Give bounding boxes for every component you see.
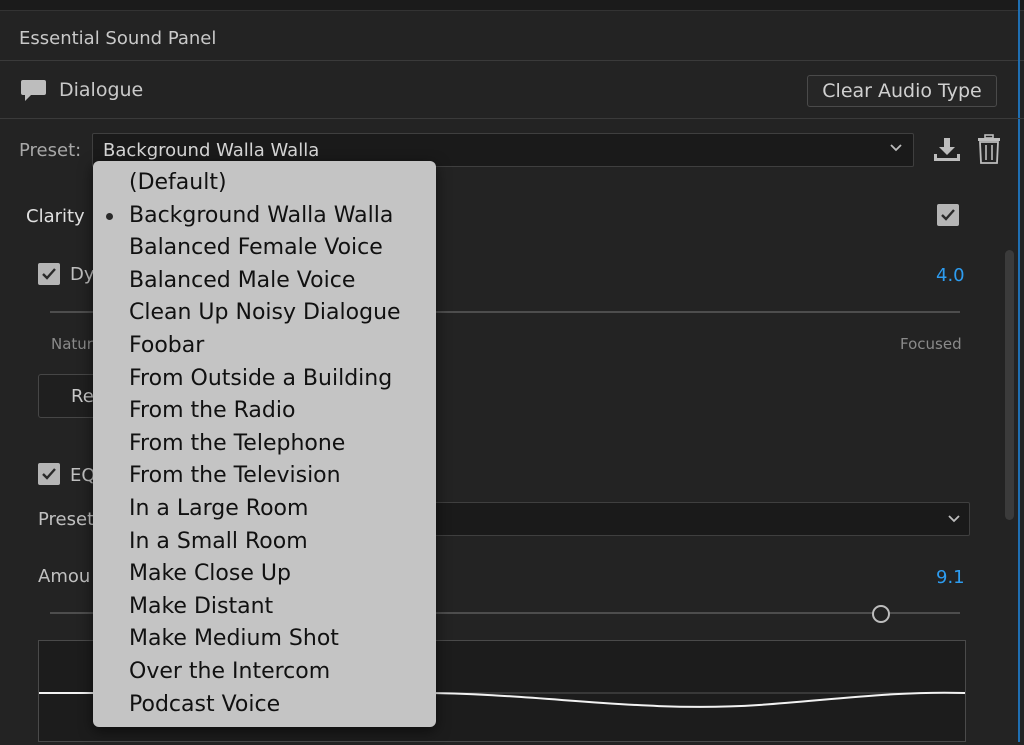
- dropdown-item-label: (Default): [129, 170, 227, 195]
- dropdown-item-label: From the Television: [129, 463, 341, 489]
- dynamics-value[interactable]: 4.0: [936, 265, 965, 286]
- dropdown-item[interactable]: In a Small Room: [93, 526, 436, 559]
- dropdown-item[interactable]: Clean Up Noisy Dialogue: [93, 297, 436, 330]
- chevron-down-icon: [948, 515, 960, 523]
- clear-audio-type-button[interactable]: Clear Audio Type: [807, 75, 997, 107]
- amount-label: Amou: [38, 566, 91, 587]
- audio-type-label: Dialogue: [59, 79, 144, 101]
- dropdown-item[interactable]: Background Walla Walla: [93, 200, 436, 233]
- delete-preset-icon[interactable]: [977, 134, 1001, 164]
- panel-focus-border: [1018, 0, 1020, 742]
- dropdown-item[interactable]: Make Medium Shot: [93, 623, 436, 656]
- preset-selected-value: Background Walla Walla: [103, 140, 320, 161]
- dropdown-item-label: From the Telephone: [129, 430, 346, 456]
- speech-bubble-icon: [21, 80, 46, 101]
- amount-value[interactable]: 9.1: [936, 567, 965, 588]
- amount-slider-handle[interactable]: [872, 605, 890, 623]
- dropdown-item-label: Make Distant: [129, 593, 274, 619]
- dropdown-item[interactable]: Foobar: [93, 330, 436, 363]
- dropdown-item-label: In a Large Room: [129, 496, 309, 521]
- save-preset-icon[interactable]: [932, 136, 962, 164]
- dropdown-item[interactable]: Make Distant: [93, 591, 436, 624]
- dropdown-item-label: Podcast Voice: [129, 691, 281, 717]
- dropdown-item[interactable]: From the Radio: [93, 395, 436, 428]
- panel-title: Essential Sound Panel: [19, 28, 217, 49]
- dynamics-label: Dy: [70, 264, 95, 285]
- dropdown-item-label: Clean Up Noisy Dialogue: [129, 300, 401, 326]
- divider: [0, 60, 1024, 61]
- dropdown-item[interactable]: In a Large Room: [93, 493, 436, 526]
- dropdown-item[interactable]: Podcast Voice: [93, 689, 436, 722]
- dropdown-item-label: Over the Intercom: [129, 659, 331, 684]
- dropdown-item[interactable]: Balanced Male Voice: [93, 265, 436, 298]
- preset-label: Preset:: [19, 140, 82, 161]
- dropdown-item[interactable]: (Default): [93, 167, 436, 200]
- dropdown-item[interactable]: Balanced Female Voice: [93, 232, 436, 265]
- dropdown-item-label: Make Close Up: [129, 561, 291, 587]
- vertical-scrollbar[interactable]: [1005, 250, 1014, 520]
- dropdown-item-label: From Outside a Building: [129, 365, 393, 391]
- preset-dropdown-menu: (Default) Background Walla Walla Balanced …: [93, 161, 436, 727]
- dropdown-item-label: Foobar: [129, 333, 205, 358]
- selected-bullet-icon: [106, 212, 113, 220]
- dropdown-item[interactable]: From the Television: [93, 460, 436, 493]
- top-strip: [0, 0, 1024, 11]
- dropdown-item-label: Balanced Female Voice: [129, 235, 383, 261]
- dynamics-min-label: Natur: [51, 335, 93, 353]
- clarity-enable-checkbox[interactable]: [937, 204, 959, 226]
- eq-label: EQ: [70, 465, 96, 486]
- dynamics-checkbox[interactable]: [38, 263, 60, 285]
- checkmark-icon: [42, 268, 56, 280]
- dropdown-item-label: Balanced Male Voice: [129, 267, 356, 293]
- dynamics-max-label: Focused: [900, 335, 962, 353]
- eq-preset-label: Preset: [38, 509, 95, 530]
- reset-button-label: Re: [71, 386, 94, 407]
- checkmark-icon: [42, 468, 56, 480]
- checkmark-icon: [941, 209, 955, 221]
- dropdown-item[interactable]: Make Close Up: [93, 558, 436, 591]
- eq-preset-select[interactable]: [430, 502, 970, 536]
- dropdown-item-label: Make Medium Shot: [129, 626, 339, 652]
- dropdown-item[interactable]: From the Telephone: [93, 428, 436, 461]
- dropdown-item-label: From the Radio: [129, 398, 296, 424]
- dropdown-item-label: In a Small Room: [129, 528, 308, 554]
- divider: [0, 118, 1024, 119]
- dropdown-item-label: Background Walla Walla: [129, 202, 394, 228]
- eq-checkbox[interactable]: [38, 463, 60, 485]
- clarity-section-title: Clarity: [26, 206, 85, 227]
- dropdown-item[interactable]: Over the Intercom: [93, 656, 436, 689]
- dropdown-item[interactable]: From Outside a Building: [93, 363, 436, 396]
- chevron-down-icon: [890, 144, 902, 152]
